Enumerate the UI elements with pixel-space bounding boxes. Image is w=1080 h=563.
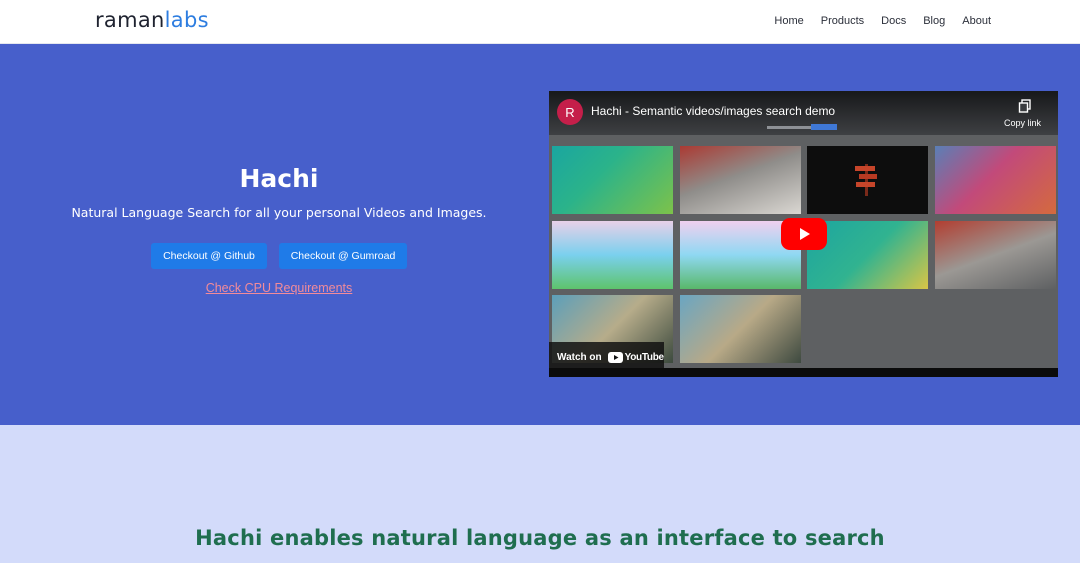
play-icon [800,228,810,240]
video-thumbnail [807,146,928,214]
nav-link-products[interactable]: Products [821,13,864,29]
video-thumbnail [680,295,801,363]
video-bottom-bar [549,368,1058,377]
logo-part-raman: raman [95,8,165,32]
youtube-play-icon [607,351,623,363]
video-thumbnail [680,146,801,214]
cpu-requirements-link[interactable]: Check CPU Requirements [0,281,558,295]
nav-link-about[interactable]: About [962,13,991,29]
logo-part-labs: labs [164,8,209,32]
nav-link-docs[interactable]: Docs [881,13,906,29]
video-topbar: R Hachi - Semantic videos/images search … [549,91,1058,135]
nav-links: Home Products Docs Blog About [774,13,991,29]
channel-avatar[interactable]: R [557,99,583,125]
play-button[interactable] [781,218,827,250]
demo-search-button [811,124,837,130]
nav-link-blog[interactable]: Blog [923,13,945,29]
copy-icon[interactable] [1018,99,1032,113]
features-section: Hachi enables natural language as an int… [0,425,1080,563]
nav-link-home[interactable]: Home [774,13,803,29]
features-heading: Hachi enables natural language as an int… [195,526,885,550]
video-title[interactable]: Hachi - Semantic videos/images search de… [591,104,835,118]
signpost-image [855,164,877,196]
video-thumbnail [935,221,1056,289]
logo[interactable]: ramanlabs [95,6,209,34]
hero-title: Hachi [239,164,319,193]
hero-section: Hachi Natural Language Search for all yo… [0,44,1080,425]
copy-link-label[interactable]: Copy link [1004,118,1041,128]
youtube-logo-icon: YouTube [607,351,665,363]
navbar: ramanlabs Home Products Docs Blog About [0,0,1080,44]
youtube-embed[interactable]: R Hachi - Semantic videos/images search … [549,91,1058,377]
gumroad-button[interactable]: Checkout @ Gumroad [279,243,407,269]
video-thumbnail [552,146,673,214]
video-thumbnail [552,221,673,289]
hero-subtitle: Natural Language Search for all your per… [71,205,487,220]
video-thumbnail [935,146,1056,214]
youtube-wordmark: YouTube [624,351,665,363]
github-button[interactable]: Checkout @ Github [151,243,267,269]
watch-on-label: Watch on [557,351,602,363]
